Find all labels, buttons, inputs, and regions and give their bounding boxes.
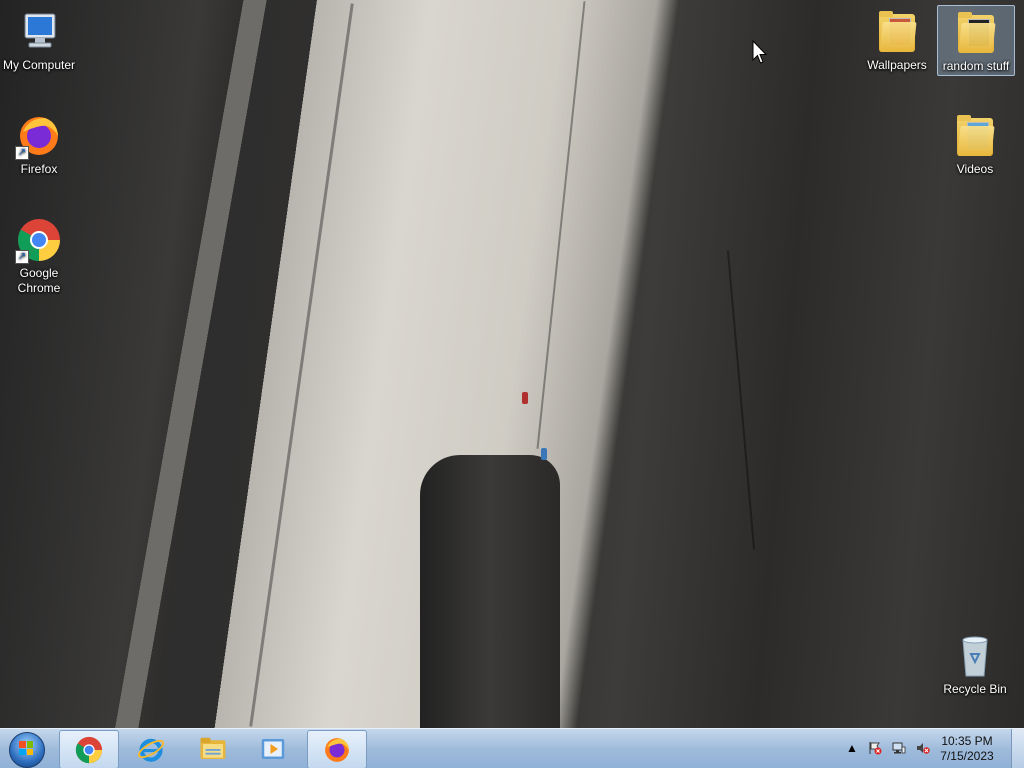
wallpaper-crack [726, 250, 756, 550]
wallpaper-crack [249, 3, 354, 727]
desktop-icon-label: Firefox [20, 162, 58, 176]
desktop-icon-label: My Computer [2, 58, 76, 72]
taskbar-chrome-button[interactable] [59, 730, 119, 768]
chrome-icon [75, 736, 103, 764]
folder-icon [200, 737, 226, 759]
taskbar-windows-explorer-button[interactable] [184, 730, 242, 767]
clock[interactable]: 10:35 PM 7/15/2023 [936, 734, 998, 764]
mouse-cursor-icon [752, 40, 768, 64]
wallpaper-climber [541, 448, 547, 460]
folder-icon [873, 8, 921, 56]
network-icon[interactable] [892, 741, 906, 755]
taskbar-internet-explorer-button[interactable] [122, 730, 180, 767]
taskbar: ▲ 10:35 PM 7/15/2023 [0, 728, 1024, 768]
desktop-icon-random-stuff[interactable]: random stuff [937, 5, 1015, 76]
firefox-icon: ↗ [15, 112, 63, 160]
desktop-icon-wallpapers[interactable]: Wallpapers [859, 8, 935, 73]
wallpaper-rock-pillar [420, 455, 560, 730]
taskbar-media-player-button[interactable] [244, 730, 302, 767]
desktop-icon-label: Google Chrome [17, 266, 61, 295]
taskbar-firefox-button[interactable] [307, 730, 367, 768]
desktop-icon-label: Wallpapers [867, 58, 927, 72]
clock-time: 10:35 PM [941, 734, 993, 748]
folder-icon [952, 9, 1000, 57]
wallpaper-crack [536, 1, 586, 449]
desktop-icon-videos[interactable]: Videos [937, 112, 1013, 177]
start-button[interactable] [4, 730, 48, 768]
firefox-icon [325, 738, 349, 762]
desktop-icon-firefox[interactable]: ↗ Firefox [1, 112, 77, 177]
desktop-icon-recycle-bin[interactable]: Recycle Bin [937, 632, 1013, 697]
volume-muted-icon[interactable] [916, 741, 930, 755]
show-desktop-button[interactable] [1011, 729, 1024, 768]
folder-icon [951, 112, 999, 160]
desktop-icon-label: Videos [956, 162, 994, 176]
internet-explorer-icon [137, 738, 165, 762]
media-player-icon [261, 739, 285, 759]
shortcut-arrow-icon: ↗ [15, 146, 29, 160]
computer-icon [15, 8, 63, 56]
shortcut-arrow-icon: ↗ [15, 250, 29, 264]
windows-flag-icon [19, 741, 33, 755]
action-center-flag-icon[interactable] [868, 741, 882, 755]
desktop-icon-label: random stuff [942, 59, 1010, 73]
desktop-icon-my-computer[interactable]: My Computer [1, 8, 77, 73]
wallpaper-climber [522, 392, 528, 404]
desktop-icon-label: Recycle Bin [943, 682, 1007, 696]
show-hidden-icons-arrow-icon[interactable]: ▲ [845, 741, 859, 755]
desktop-icon-google-chrome[interactable]: ↗ Google Chrome [1, 216, 77, 296]
chrome-icon: ↗ [15, 216, 63, 264]
clock-date: 7/15/2023 [940, 749, 994, 763]
recycle-bin-icon [951, 632, 999, 680]
